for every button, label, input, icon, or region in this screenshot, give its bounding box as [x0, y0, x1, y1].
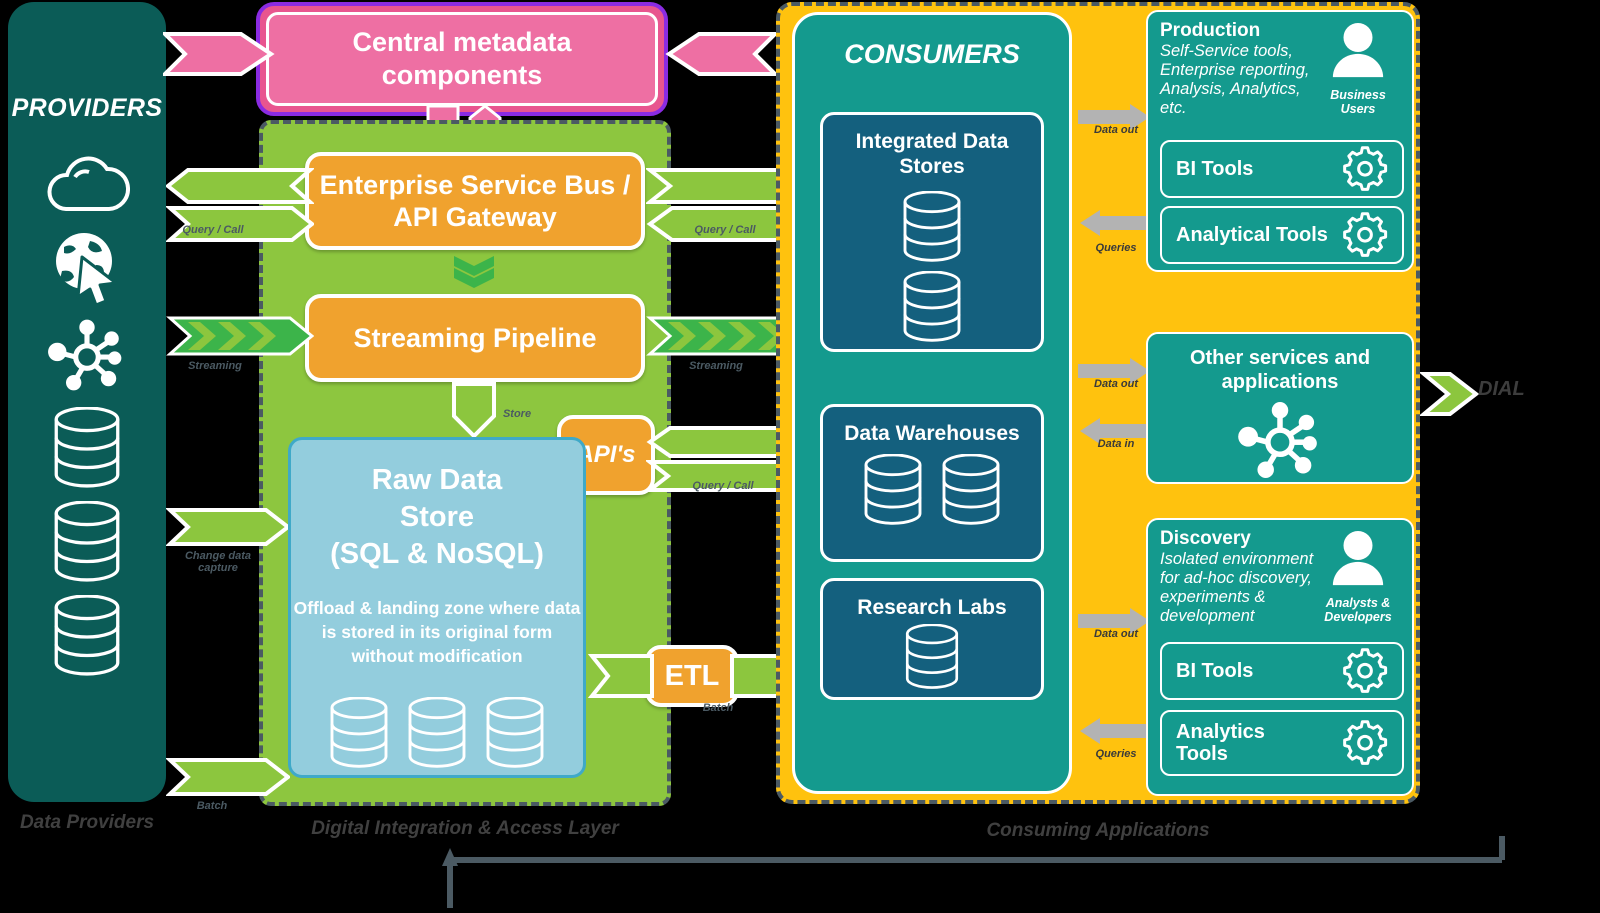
providers-footer-label: Data Providers: [19, 812, 155, 833]
user-avatar-icon: [1332, 22, 1384, 78]
discovery-data-out-label: Data out: [1094, 628, 1138, 640]
database-cylinder-icon: [905, 624, 959, 690]
integrated-data-stores-title: Integrated Data Stores: [855, 130, 1009, 179]
central-metadata-box: Central metadata components: [266, 12, 658, 106]
raw-title-line-1: Raw Data: [371, 464, 503, 496]
consumers-title: CONSUMERS: [844, 39, 1020, 69]
discovery-card[interactable]: Discovery Isolated environment for ad-ho…: [1146, 518, 1414, 796]
discovery-analytics-tools-row[interactable]: Analytics Tools: [1160, 710, 1404, 776]
dial-final-label: DIAL: [1478, 378, 1525, 400]
other-services-icon-wrap: [1148, 398, 1412, 482]
raw-data-store-box[interactable]: Raw Data Store (SQL & NoSQL) Offload & l…: [288, 437, 586, 778]
provider-icon-list: [44, 149, 130, 677]
streaming-left-label: Streaming: [188, 360, 242, 372]
database-cylinder-icon: [864, 454, 922, 525]
data-warehouses-cylinder-row: [862, 454, 1002, 526]
web-click-icon: [46, 227, 128, 303]
central-metadata-panel: Central metadata components: [256, 2, 668, 116]
research-labs-title: Research Labs: [857, 596, 1007, 619]
data-warehouses-card[interactable]: Data Warehouses: [820, 404, 1044, 562]
user-avatar-icon: [1332, 530, 1384, 586]
other-data-in-label: Data in: [1097, 438, 1135, 450]
discovery-bi-tools-row[interactable]: BI Tools: [1160, 642, 1404, 700]
store-label: Store: [502, 408, 532, 420]
raw-data-store-description: Offload & landing zone where data is sto…: [293, 598, 581, 666]
discovery-queries-label: Queries: [1095, 748, 1137, 760]
raw-title-line-3: (SQL & NoSQL): [330, 538, 544, 571]
esb-to-streaming-chevrons: [454, 256, 494, 288]
change-data-capture-label: Change data capture: [184, 550, 251, 575]
network-hub-icon: [1236, 398, 1324, 482]
gear-icon: [1343, 146, 1388, 191]
enterprise-service-bus-box[interactable]: Enterprise Service Bus / API Gateway: [305, 152, 645, 250]
query-call-apis-label: Query / Call: [692, 480, 754, 492]
production-analytical-tools-row[interactable]: Analytical Tools: [1160, 206, 1404, 264]
metadata-inbound-arrow-left: [163, 32, 275, 76]
other-services-title: Other services and applications: [1189, 347, 1371, 393]
discovery-persona: Analysts & Developers: [1314, 528, 1402, 625]
etl-box[interactable]: ETL: [645, 645, 739, 707]
database-cylinder-icon: [51, 595, 123, 677]
streaming-pipeline-box[interactable]: Streaming Pipeline: [305, 294, 645, 382]
other-services-card[interactable]: Other services and applications: [1146, 332, 1414, 484]
production-description: Self-Service tools, Enterprise reporting…: [1160, 42, 1310, 118]
production-bi-tools-label: BI Tools: [1176, 158, 1254, 180]
etl-inbound-arrow: [587, 654, 654, 698]
discovery-description: Isolated environment for ad-hoc discover…: [1160, 550, 1314, 626]
query-call-right-label: Query / Call: [694, 224, 756, 236]
discovery-bi-tools-label: BI Tools: [1176, 660, 1254, 682]
streaming-pipeline-label: Streaming Pipeline: [353, 322, 597, 353]
cloud-icon: [44, 149, 130, 215]
production-queries-arrow: [1080, 210, 1152, 236]
dial-final-arrow: [1420, 372, 1480, 416]
providers-panel: PROVIDERS: [8, 2, 166, 802]
production-persona-label: Business Users: [1330, 88, 1386, 116]
metadata-inbound-arrow-right: [665, 32, 777, 76]
production-card[interactable]: Production Self-Service tools, Enterpris…: [1146, 10, 1414, 272]
esb-label: Enterprise Service Bus / API Gateway: [319, 169, 631, 232]
data-warehouses-title: Data Warehouses: [844, 422, 1020, 445]
gear-icon: [1343, 720, 1388, 765]
central-metadata-label: Central metadata components: [352, 27, 572, 90]
batch-etl-label: Batch: [702, 702, 734, 714]
query-call-inbound-arrow: [166, 168, 314, 204]
change-data-capture-arrow: [166, 508, 290, 546]
discovery-persona-label: Analysts & Developers: [1324, 596, 1392, 624]
gear-icon: [1343, 212, 1388, 257]
database-cylinder-icon: [330, 697, 388, 768]
production-data-out-label: Data out: [1094, 124, 1138, 136]
database-cylinder-icon: [51, 407, 123, 489]
batch-inbound-arrow: [166, 758, 290, 796]
database-cylinder-icon: [903, 271, 961, 343]
database-cylinder-icon: [486, 697, 544, 768]
etl-label: ETL: [664, 659, 720, 692]
research-labs-card[interactable]: Research Labs: [820, 578, 1044, 700]
raw-title-line-2: Store: [399, 501, 475, 534]
integrated-data-stores-card[interactable]: Integrated Data Stores: [820, 112, 1044, 352]
gear-icon: [1343, 648, 1388, 693]
batch-left-label: Batch: [196, 800, 228, 812]
production-queries-label: Queries: [1095, 242, 1137, 254]
raw-data-store-title: Raw Data Store (SQL & NoSQL): [330, 462, 544, 573]
streaming-inbound-arrow: [166, 316, 314, 356]
production-persona: Business Users: [1314, 20, 1402, 117]
network-hub-icon: [46, 315, 128, 395]
streaming-right-label: Streaming: [689, 360, 743, 372]
database-cylinder-icon: [408, 697, 466, 768]
diagram-canvas: PROVIDERS Data Providers Central metadat…: [0, 0, 1600, 913]
production-bi-tools-row[interactable]: BI Tools: [1160, 140, 1404, 198]
database-cylinder-icon: [903, 191, 961, 263]
discovery-analytics-tools-label: Analytics Tools: [1176, 721, 1265, 765]
raw-data-cylinder-row: [291, 697, 583, 769]
bottom-connector-line: [442, 836, 1505, 908]
database-cylinder-icon: [51, 501, 123, 583]
query-call-left-label: Query / Call: [182, 224, 244, 236]
production-analytical-tools-label: Analytical Tools: [1176, 224, 1328, 246]
other-data-out-label: Data out: [1094, 378, 1138, 390]
database-cylinder-icon: [942, 454, 1000, 525]
discovery-queries-arrow: [1080, 718, 1152, 744]
providers-title: PROVIDERS: [11, 94, 163, 122]
